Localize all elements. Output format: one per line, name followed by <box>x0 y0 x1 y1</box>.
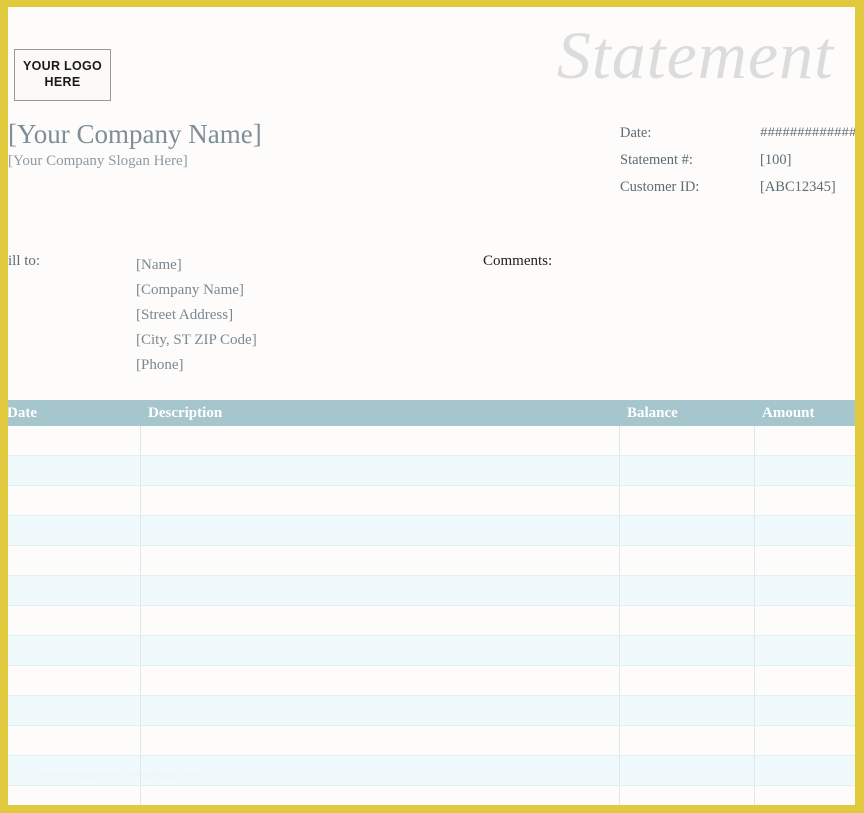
cell-amount[interactable] <box>755 486 855 515</box>
bill-to-name[interactable]: [Name] <box>136 253 257 278</box>
cell-balance[interactable] <box>620 726 755 755</box>
cell-amount[interactable] <box>755 426 855 455</box>
cell-description[interactable] <box>141 726 620 755</box>
company-name[interactable]: [Your Company Name] <box>8 119 262 150</box>
cell-balance[interactable] <box>620 636 755 665</box>
bill-to-label: Bill to: <box>0 253 41 269</box>
cell-date[interactable] <box>8 546 141 575</box>
table-row[interactable] <box>8 666 855 696</box>
cell-amount[interactable] <box>755 516 855 545</box>
column-header-balance[interactable]: Balance <box>620 405 755 422</box>
date-value[interactable]: ############## <box>760 125 855 140</box>
cell-description[interactable] <box>141 606 620 635</box>
table-row[interactable] <box>8 786 855 805</box>
cell-amount[interactable] <box>755 696 855 725</box>
cell-date[interactable] <box>8 426 141 455</box>
cell-date[interactable] <box>8 756 141 785</box>
company-slogan[interactable]: [Your Company Slogan Here] <box>8 153 188 170</box>
table-row[interactable] <box>8 576 855 606</box>
table-row[interactable] <box>8 606 855 636</box>
cell-description[interactable] <box>141 456 620 485</box>
statement-table: Date Description Balance Amount <box>8 400 855 805</box>
cell-balance[interactable] <box>620 426 755 455</box>
table-row[interactable] <box>8 456 855 486</box>
cell-amount[interactable] <box>755 606 855 635</box>
cell-balance[interactable] <box>620 516 755 545</box>
cell-date[interactable] <box>8 606 141 635</box>
cell-date[interactable] <box>8 696 141 725</box>
cell-description[interactable] <box>141 426 620 455</box>
meta-row-customer-id: Customer ID: [ABC12345] <box>620 179 855 206</box>
table-header-row: Date Description Balance Amount <box>8 400 855 426</box>
table-row[interactable] <box>8 636 855 666</box>
meta-row-date: Date: ############## <box>620 125 855 152</box>
cell-balance[interactable] <box>620 606 755 635</box>
cell-date[interactable] <box>8 456 141 485</box>
cell-date[interactable] <box>8 786 141 805</box>
customer-id-value[interactable]: [ABC12345] <box>760 179 836 196</box>
cell-balance[interactable] <box>620 696 755 725</box>
statement-header-area: YOUR LOGO HERE Statement [Your Company N… <box>0 7 855 400</box>
statement-page: YOUR LOGO HERE Statement [Your Company N… <box>0 0 864 813</box>
cell-amount[interactable] <box>755 756 855 785</box>
cell-amount[interactable] <box>755 546 855 575</box>
bill-to-street[interactable]: [Street Address] <box>136 303 257 328</box>
logo-line-1: YOUR LOGO <box>22 59 103 74</box>
cell-date[interactable] <box>8 666 141 695</box>
bill-to-company[interactable]: [Company Name] <box>136 278 257 303</box>
cell-balance[interactable] <box>620 456 755 485</box>
table-row[interactable] <box>8 486 855 516</box>
cell-balance[interactable] <box>620 786 755 805</box>
cell-description[interactable] <box>141 786 620 805</box>
table-row[interactable] <box>8 546 855 576</box>
cell-description[interactable] <box>141 546 620 575</box>
table-row[interactable] <box>8 516 855 546</box>
column-header-amount[interactable]: Amount <box>755 405 855 422</box>
cell-description[interactable] <box>141 636 620 665</box>
date-label: Date: <box>620 125 652 141</box>
cell-amount[interactable] <box>755 636 855 665</box>
cell-amount[interactable] <box>755 726 855 755</box>
cell-balance[interactable] <box>620 576 755 605</box>
cell-description[interactable] <box>141 576 620 605</box>
customer-id-label: Customer ID: <box>620 179 700 195</box>
table-row[interactable] <box>8 726 855 756</box>
column-header-description[interactable]: Description <box>141 405 620 422</box>
cell-balance[interactable] <box>620 546 755 575</box>
cell-balance[interactable] <box>620 666 755 695</box>
comments-label: Comments: <box>483 253 553 269</box>
statement-number-value[interactable]: [100] <box>760 152 791 169</box>
cell-amount[interactable] <box>755 576 855 605</box>
cell-amount[interactable] <box>755 666 855 695</box>
cell-description[interactable] <box>141 666 620 695</box>
bill-to-city-state-zip[interactable]: [City, ST ZIP Code] <box>136 328 257 353</box>
bill-to-phone[interactable]: [Phone] <box>136 353 257 378</box>
cell-amount[interactable] <box>755 786 855 805</box>
cell-date[interactable] <box>8 636 141 665</box>
meta-row-statement-number: Statement #: [100] <box>620 152 855 179</box>
statement-number-label: Statement #: <box>620 152 693 168</box>
table-body <box>8 426 855 805</box>
cell-date[interactable] <box>8 516 141 545</box>
cell-description[interactable] <box>141 696 620 725</box>
table-row[interactable] <box>8 426 855 456</box>
cell-date[interactable] <box>8 486 141 515</box>
cell-description[interactable] <box>141 756 620 785</box>
logo-placeholder[interactable]: YOUR LOGO HERE <box>14 49 111 101</box>
cell-date[interactable] <box>8 726 141 755</box>
cell-balance[interactable] <box>620 486 755 515</box>
table-row[interactable] <box>8 696 855 726</box>
table-row[interactable] <box>8 756 855 786</box>
bill-to-block: [Name] [Company Name] [Street Address] [… <box>136 253 257 378</box>
statement-meta: Date: ############## Statement #: [100] … <box>620 125 855 206</box>
statement-sheet: YOUR LOGO HERE Statement [Your Company N… <box>0 7 855 805</box>
cell-date[interactable] <box>8 576 141 605</box>
page-title: Statement <box>556 17 834 93</box>
cell-description[interactable] <box>141 486 620 515</box>
logo-line-2: HERE <box>44 75 81 89</box>
column-header-date[interactable]: Date <box>8 405 141 422</box>
cell-amount[interactable] <box>755 456 855 485</box>
cell-description[interactable] <box>141 516 620 545</box>
cell-balance[interactable] <box>620 756 755 785</box>
